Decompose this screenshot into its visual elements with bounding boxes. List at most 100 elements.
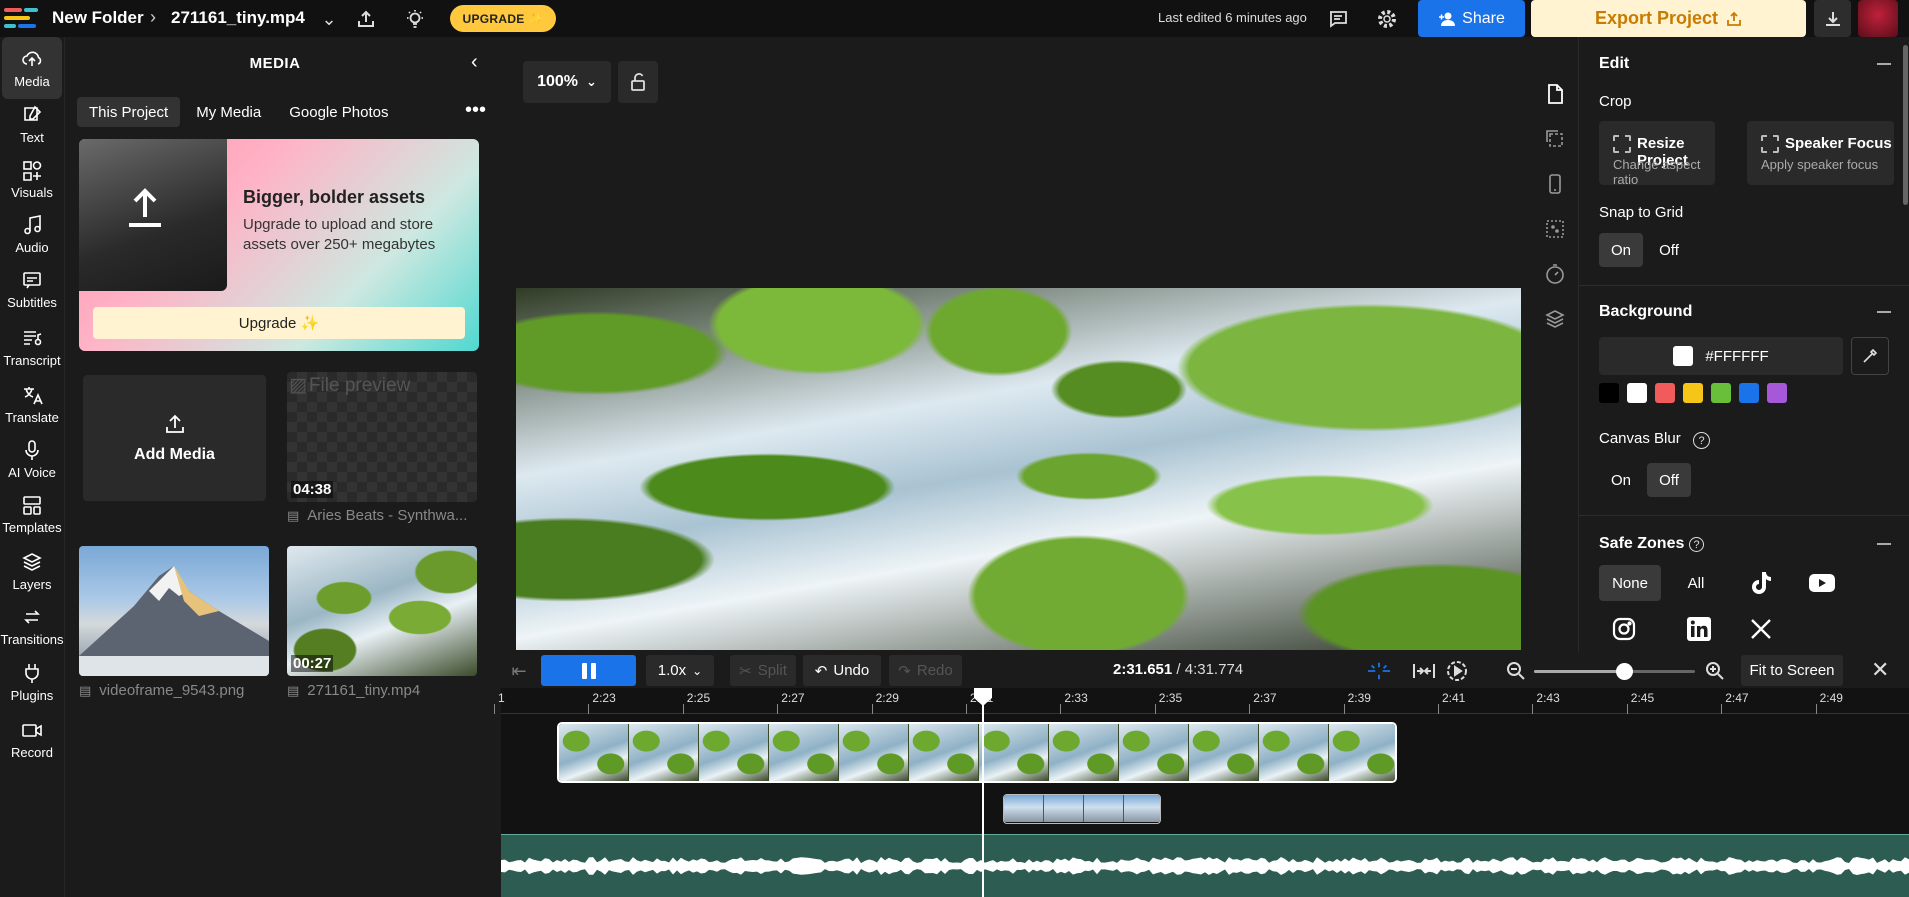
export-project-button[interactable]: Export Project <box>1531 0 1806 37</box>
document-icon[interactable] <box>1544 83 1566 105</box>
sidebar-item-label: Templates <box>2 519 62 535</box>
layers-stack-icon[interactable] <box>1544 308 1566 330</box>
properties-scrollbar[interactable] <box>1903 45 1908 205</box>
color-swatch[interactable] <box>1767 383 1787 403</box>
sidebar-item-record[interactable]: Record <box>0 708 64 770</box>
tick-label: 1 <box>498 691 505 705</box>
color-swatch[interactable] <box>1655 383 1675 403</box>
sidebar-item-audio[interactable]: Audio <box>0 203 64 265</box>
lightbulb-icon[interactable] <box>402 6 428 32</box>
breadcrumb-folder[interactable]: New Folder <box>52 8 144 28</box>
pause-button[interactable] <box>541 655 636 686</box>
youtube-icon[interactable] <box>1808 569 1836 597</box>
comment-icon[interactable] <box>1325 6 1351 32</box>
zoom-out-icon[interactable] <box>1504 659 1528 683</box>
snap-on-toggle[interactable]: On <box>1599 233 1643 267</box>
undo-button[interactable]: ↶ Undo <box>803 655 881 686</box>
collapse-safe-zones-icon[interactable] <box>1877 543 1891 545</box>
speed-value: 1.0x <box>657 662 687 679</box>
audio-clip[interactable] <box>501 834 1909 897</box>
timeline-ruler[interactable]: 12:232:252:272:292:312:332:352:372:392:4… <box>494 688 1909 714</box>
skip-to-start-icon[interactable]: ⇤ <box>507 659 531 683</box>
fit-to-screen-button[interactable]: Fit to Screen <box>1741 655 1843 686</box>
image-clip[interactable] <box>1003 794 1161 824</box>
safe-zone-none[interactable]: None <box>1599 565 1661 601</box>
collapse-panel-icon[interactable]: ‹ <box>471 51 478 74</box>
sidebar-item-visuals[interactable]: Visuals <box>0 148 64 210</box>
redo-button[interactable]: ↷ Redo <box>889 655 962 686</box>
breadcrumb-file[interactable]: 271161_tiny.mp4 <box>171 8 305 28</box>
media-item-audio[interactable]: ▨ File preview 04:38 <box>287 372 477 502</box>
add-media-label: Add Media <box>134 446 215 463</box>
snap-magnet-icon[interactable] <box>1367 659 1391 683</box>
edit-section-title: Edit <box>1599 55 1630 72</box>
sidebar-item-transcript[interactable]: Transcript <box>0 316 64 378</box>
upgrade-button[interactable]: UPGRADE ✨ <box>450 5 556 32</box>
more-options-icon[interactable]: ••• <box>465 99 486 122</box>
user-avatar[interactable] <box>1858 0 1898 37</box>
eyedropper-icon[interactable] <box>1851 337 1889 375</box>
sidebar-item-templates[interactable]: Templates <box>0 483 64 545</box>
playhead[interactable] <box>982 690 984 897</box>
copy-frame-icon[interactable] <box>1544 128 1566 150</box>
timeline-zoom-slider[interactable] <box>1534 663 1695 680</box>
grid-icon[interactable] <box>1544 218 1566 240</box>
split-button[interactable]: ✂ Split <box>730 655 796 686</box>
sidebar-item-plugins[interactable]: Plugins <box>0 651 64 713</box>
gear-icon[interactable] <box>1374 6 1400 32</box>
lock-button[interactable] <box>618 61 658 103</box>
sidebar-item-subtitles[interactable]: Subtitles <box>0 258 64 320</box>
promo-upgrade-button[interactable]: Upgrade ✨ <box>93 307 465 339</box>
speed-select[interactable]: 1.0x ⌄ <box>646 655 714 686</box>
add-media-button[interactable]: Add Media <box>83 375 266 501</box>
x-icon[interactable] <box>1747 615 1775 643</box>
phone-icon[interactable] <box>1544 173 1566 195</box>
collapse-background-icon[interactable] <box>1877 311 1891 313</box>
background-color-field[interactable]: #FFFFFF <box>1599 337 1843 375</box>
zoom-select[interactable]: 100% ⌄ <box>523 61 611 103</box>
sidebar-item-transitions[interactable]: Transitions <box>0 595 64 657</box>
color-swatch[interactable] <box>1627 383 1647 403</box>
media-item-image[interactable] <box>79 546 269 676</box>
color-swatch[interactable] <box>1599 383 1619 403</box>
help-icon[interactable]: ? <box>1689 537 1704 552</box>
fit-clips-icon[interactable] <box>1412 659 1436 683</box>
sidebar-item-layers[interactable]: Layers <box>0 540 64 602</box>
sidebar-item-text[interactable]: Text <box>0 93 64 155</box>
zoom-slider-knob[interactable] <box>1616 663 1634 680</box>
collapse-edit-icon[interactable] <box>1877 63 1891 65</box>
color-swatch[interactable] <box>1739 383 1759 403</box>
instagram-icon[interactable] <box>1610 615 1638 643</box>
download-button[interactable] <box>1814 0 1851 37</box>
share-button[interactable]: Share <box>1418 0 1525 37</box>
sidebar-item-translate[interactable]: Translate <box>0 373 64 435</box>
sidebar-item-label: Visuals <box>11 184 53 200</box>
resize-project-button[interactable]: Resize Project Change aspect ratio <box>1599 121 1715 187</box>
tab-my-media[interactable]: My Media <box>184 97 273 127</box>
app-logo[interactable] <box>4 6 40 32</box>
video-preview[interactable] <box>516 288 1521 650</box>
sidebar-item-media[interactable]: Media <box>2 37 62 99</box>
snap-off-toggle[interactable]: Off <box>1647 233 1691 267</box>
speaker-focus-button[interactable]: Speaker Focus Apply speaker focus <box>1747 121 1894 185</box>
tab-this-project[interactable]: This Project <box>77 97 181 127</box>
video-clip[interactable] <box>557 722 1397 783</box>
color-swatch[interactable] <box>1683 383 1703 403</box>
media-item-video[interactable]: 00:27 <box>287 546 477 676</box>
close-timeline-icon[interactable]: ✕ <box>1871 657 1889 683</box>
sidebar-item-ai-voice[interactable]: AI Voice <box>0 428 64 490</box>
tab-google-photos[interactable]: Google Photos <box>277 97 400 127</box>
zoom-in-icon[interactable] <box>1703 659 1727 683</box>
blur-off-toggle[interactable]: Off <box>1647 463 1691 497</box>
help-icon[interactable]: ? <box>1693 432 1710 449</box>
tiktok-icon[interactable] <box>1747 569 1775 597</box>
clip-frame <box>1004 795 1044 822</box>
timer-icon[interactable] <box>1544 263 1566 285</box>
chevron-down-icon[interactable]: ⌄ <box>316 6 342 32</box>
linkedin-icon[interactable] <box>1685 615 1713 643</box>
blur-on-toggle[interactable]: On <box>1599 463 1643 497</box>
upload-share-icon[interactable] <box>353 6 379 32</box>
color-swatch[interactable] <box>1711 383 1731 403</box>
safe-zone-all[interactable]: All <box>1669 565 1723 601</box>
playback-settings-icon[interactable] <box>1445 659 1469 683</box>
